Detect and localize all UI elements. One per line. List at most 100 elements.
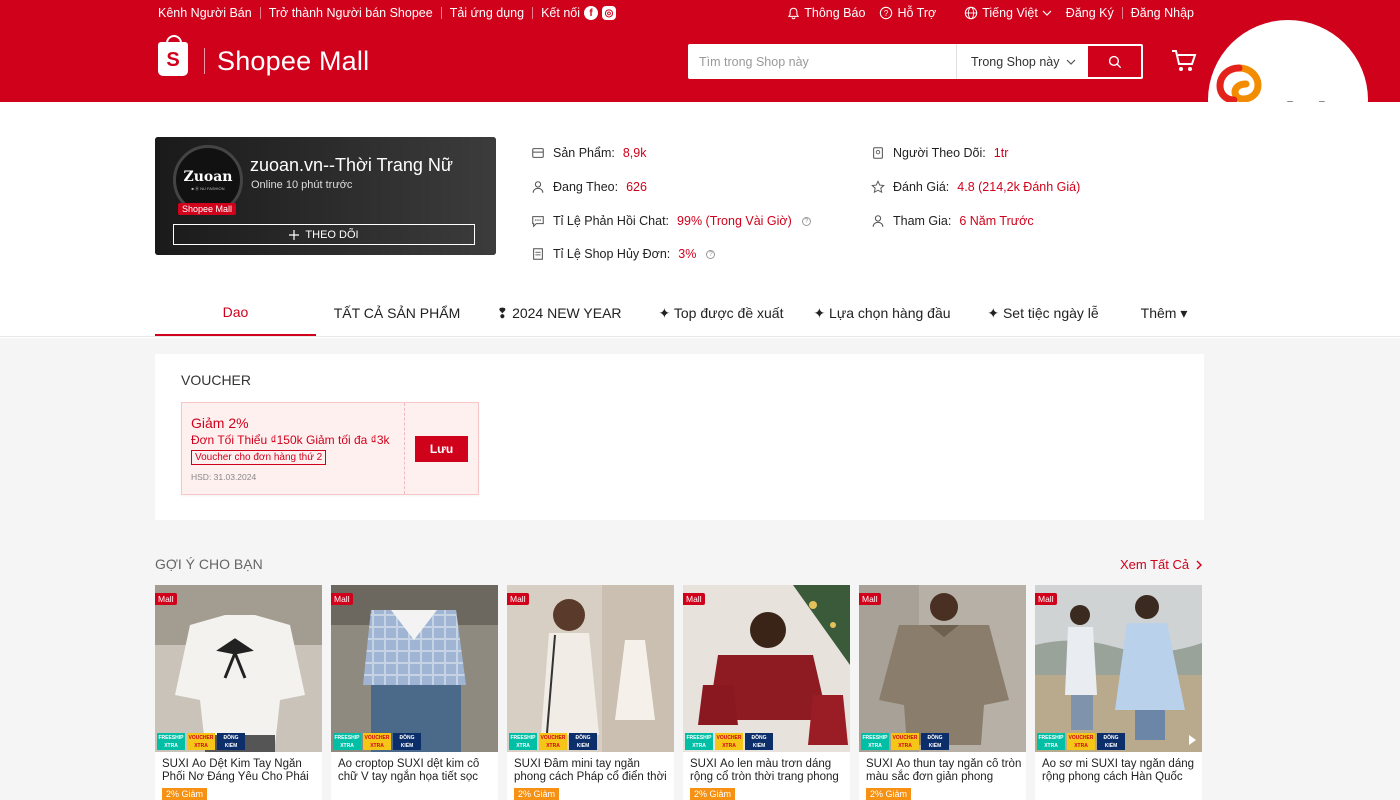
voucher-badge: VOUCHER XTRA (187, 733, 215, 750)
discount-tag: 2% Giảm (514, 788, 560, 800)
tab-all-products[interactable]: TẤT CẢ SẢN PHẨM (318, 290, 476, 336)
freeship-badge: FREESHIP XTRA (333, 733, 361, 750)
seller-centre-link[interactable]: Kênh Người Bán (158, 6, 252, 20)
svg-text:?: ? (884, 9, 889, 18)
language-selector[interactable]: Tiếng Việt (964, 6, 1052, 20)
logo-search-row: S Shopee Mall Trong Shop này (0, 26, 1400, 102)
product-card[interactable]: Mall FREESHIP XTRA VOUCHER XTRA ĐỒNG KIỂ… (859, 585, 1026, 800)
stat-following: Đang Theo: 626 (531, 180, 647, 194)
receipt-icon (533, 248, 543, 260)
shop-online-status: Online 10 phút trước (251, 179, 353, 191)
search-input[interactable] (688, 45, 956, 78)
freeship-badge: FREESHIP XTRA (685, 733, 713, 750)
search-icon (1108, 55, 1121, 68)
download-app-link[interactable]: Tải ứng dụng (450, 6, 524, 20)
chevron-down-icon (1066, 59, 1076, 65)
connect-label: Kết nối (541, 6, 580, 20)
product-card[interactable]: Mall FREESHIP XTRA VOUCHER XTRA ĐỒNG KIỂ… (155, 585, 322, 800)
voucher-badge: VOUCHER XTRA (1067, 733, 1095, 750)
shopee-mall-logo-text[interactable]: Shopee Mall (217, 46, 369, 77)
notifications-link[interactable]: Thông Báo (787, 6, 865, 20)
promo-badges: FREESHIP XTRA VOUCHER XTRA ĐỒNG KIỂM (509, 733, 597, 750)
stat-value: 626 (626, 180, 647, 194)
voucher-save-button[interactable]: Lưu (415, 436, 468, 462)
product-card[interactable]: Mall FREESHIP XTRA VOUCHER XTRA ĐỒNG KIỂ… (331, 585, 498, 800)
top-navbar: Kênh Người Bán Trở thành Người bán Shope… (0, 0, 1400, 26)
product-card[interactable]: Mall FREESHIP XTRA VOUCHER XTRA ĐỒNG KIỂ… (683, 585, 850, 800)
stat-label: Tỉ Lệ Phản Hồi Chat: (553, 214, 670, 228)
suggestions-title: GỢI Ý CHO BẠN (155, 556, 263, 572)
follow-button[interactable]: THEO DÕI (173, 224, 475, 245)
stat-label: Người Theo Dõi: (893, 146, 986, 160)
promo-badges: FREESHIP XTRA VOUCHER XTRA ĐỒNG KIỂM (157, 733, 245, 750)
notifications-label: Thông Báo (804, 6, 866, 20)
tab-top-recommended[interactable]: ✦ Top được đề xuất (645, 290, 797, 336)
login-link[interactable]: Đăng Nhập (1131, 6, 1194, 20)
stat-value: 99% (Trong Vài Giờ) (677, 214, 792, 228)
instagram-icon[interactable]: ◎ (602, 6, 616, 20)
discount-tag: 2% Giảm (690, 788, 736, 800)
stat-value: 3% (678, 247, 697, 261)
video-play-icon[interactable] (1189, 735, 1196, 745)
product-card[interactable]: Mall FREESHIP XTRA VOUCHER XTRA ĐỒNG KIỂ… (507, 585, 674, 800)
search-scope-select[interactable]: Trong Shop này (956, 44, 1086, 79)
divider (1121, 7, 1123, 19)
avatar-sub: ■ Ⓜ NU FASHION (191, 185, 225, 191)
stat-label: Đánh Giá: (893, 180, 950, 194)
shop-card: Zuoan ■ Ⓜ NU FASHION Shopee Mall zuoan.v… (155, 137, 496, 255)
stat-rating: Đánh Giá: 4.8 (214,2k Đánh Giá) (871, 180, 1080, 194)
stat-joined: Tham Gia: 6 Năm Trước (871, 214, 1034, 228)
header: Kênh Người Bán Trở thành Người bán Shope… (0, 0, 1400, 102)
product-image (1035, 585, 1202, 752)
product-image (331, 585, 498, 752)
globe-icon (964, 6, 978, 20)
stat-value: 4.8 (214,2k Đánh Giá) (957, 180, 1081, 194)
inspection-badge: ĐỒNG KIỂM (569, 733, 597, 750)
become-seller-link[interactable]: Trở thành Người bán Shopee (269, 6, 433, 20)
mall-badge: Mall (507, 593, 529, 605)
mall-badge: Mall (331, 593, 353, 605)
nav-right: Thông Báo ? Hỗ Trợ Tiếng Việt Đăng Ký Đă… (787, 6, 1194, 20)
shopee-logo-icon[interactable]: S (158, 35, 188, 76)
info-icon[interactable]: ? (706, 249, 716, 259)
freeship-badge: FREESHIP XTRA (509, 733, 537, 750)
user-icon (872, 215, 884, 227)
voucher-section-title: VOUCHER (181, 372, 252, 388)
chat-icon (532, 216, 544, 228)
tab-dao[interactable]: Dao (155, 290, 316, 336)
discount-tag: 2% Giảm (162, 788, 208, 800)
tab-party-sets[interactable]: ✦ Set tiệc ngày lễ (972, 290, 1114, 336)
shop-name: zuoan.vn--Thời Trang Nữ (250, 155, 453, 175)
voucher-condition: Đơn Tối Thiểu ₫150k Giảm tối đa ₫3k (191, 433, 390, 447)
help-link[interactable]: ? Hỗ Trợ (879, 6, 936, 20)
see-all-link[interactable]: Xem Tất Cả (1120, 557, 1203, 572)
cart-icon[interactable] (1170, 48, 1198, 74)
stat-label: Tham Gia: (893, 214, 952, 228)
stat-label: Đang Theo: (553, 180, 619, 194)
star-icon (871, 180, 885, 194)
tab-top-picks[interactable]: ✦ Lựa chọn hàng đầu (803, 290, 961, 336)
avatar-brand: Zuoan (183, 168, 233, 185)
tab-new-year[interactable]: ❢ 2024 NEW YEAR (480, 290, 638, 336)
facebook-icon[interactable]: f (584, 6, 598, 20)
voucher-details: Giảm 2% Đơn Tối Thiểu ₫150k Giảm tối đa … (182, 403, 405, 494)
chevron-right-icon (1196, 560, 1203, 569)
voucher-card: Giảm 2% Đơn Tối Thiểu ₫150k Giảm tối đa … (181, 402, 479, 495)
product-name: Áo sơ mi SUXI tay ngắn dáng rộng phong c… (1042, 758, 1195, 783)
mall-badge: Mall (683, 593, 705, 605)
product-image (859, 585, 1026, 752)
stat-chat-response: Tỉ Lệ Phản Hồi Chat: 99% (Trong Vài Giờ)… (531, 214, 811, 228)
shop-tabs: Dao TẤT CẢ SẢN PHẨM ❢ 2024 NEW YEAR ✦ To… (0, 290, 1400, 337)
mall-badge: Mall (859, 593, 881, 605)
nav-left: Kênh Người Bán Trở thành Người bán Shope… (158, 6, 616, 20)
search-button[interactable] (1088, 46, 1141, 77)
divider (204, 48, 205, 74)
store-icon (532, 148, 544, 158)
stat-label: Tỉ Lệ Shop Hủy Đơn: (553, 247, 671, 261)
info-icon[interactable]: ? (801, 216, 811, 226)
register-link[interactable]: Đăng Ký (1066, 6, 1114, 20)
tab-more[interactable]: Thêm ▾ (1127, 290, 1201, 336)
product-card[interactable]: Mall FREESHIP XTRA VOUCHER XTRA ĐỒNG KIỂ… (1035, 585, 1202, 800)
stat-label: Sản Phẩm: (553, 146, 615, 160)
followers-icon (873, 147, 883, 159)
